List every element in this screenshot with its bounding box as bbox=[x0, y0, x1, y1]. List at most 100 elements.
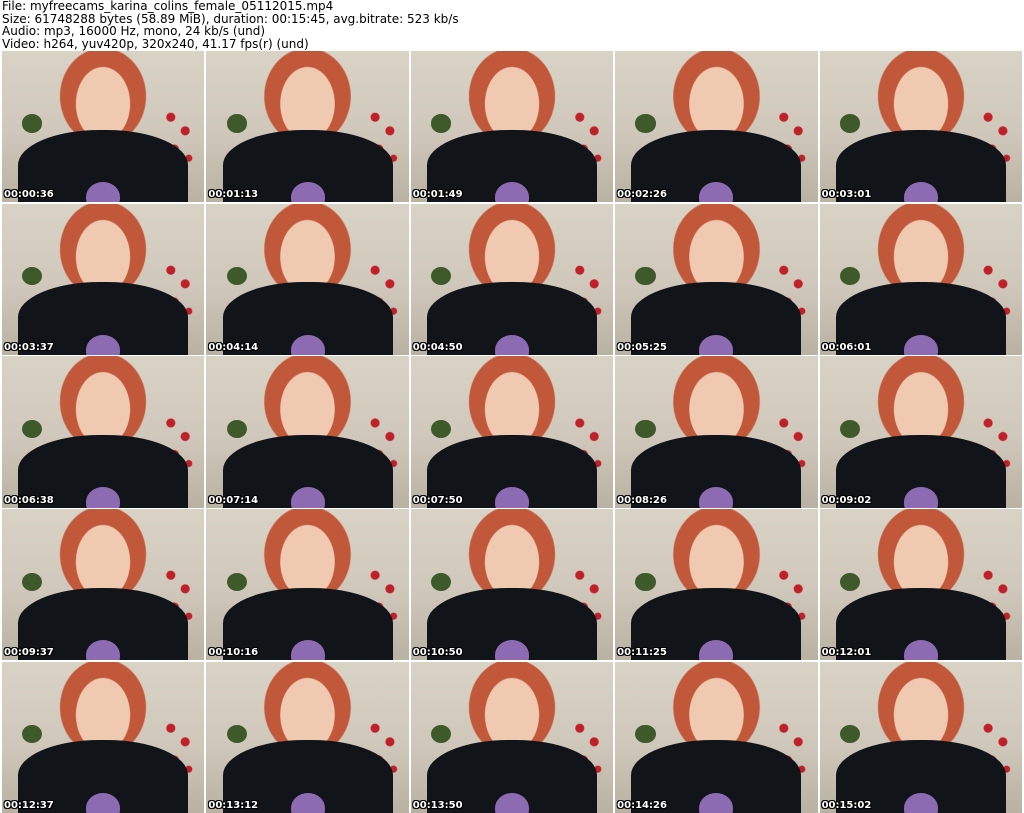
timestamp-label: 00:12:01 bbox=[821, 647, 872, 659]
video-thumbnail: 00:08:26 bbox=[615, 356, 818, 508]
video-thumbnail: 00:06:01 bbox=[819, 203, 1022, 355]
timestamp-label: 00:08:26 bbox=[617, 494, 667, 506]
plant-leaves bbox=[431, 725, 452, 744]
timestamp-label: 00:04:14 bbox=[208, 341, 259, 353]
shirt-heart-graphic bbox=[86, 792, 121, 813]
plant-leaves bbox=[839, 419, 861, 438]
timestamp-label: 00:01:13 bbox=[208, 189, 259, 201]
video-thumbnail: 00:12:01 bbox=[819, 509, 1022, 661]
video-thumbnail: 00:02:26 bbox=[615, 51, 818, 203]
shirt-heart-graphic bbox=[903, 640, 938, 661]
shirt-heart-graphic bbox=[86, 182, 121, 203]
shirt-heart-graphic bbox=[903, 487, 938, 508]
video-thumbnail: 00:00:36 bbox=[2, 51, 205, 203]
timestamp-label: 00:10:50 bbox=[412, 647, 463, 659]
shirt-heart-graphic bbox=[290, 640, 325, 661]
plant-leaves bbox=[431, 114, 452, 133]
timestamp-label: 00:11:25 bbox=[617, 647, 667, 659]
thumbnail-grid: 00:00:36 00:01:13 00:01:49 00:02:26 00:03:01… bbox=[2, 51, 1022, 813]
shirt-heart-graphic bbox=[494, 182, 529, 203]
shirt-heart-graphic bbox=[290, 487, 325, 508]
timestamp-label: 00:06:38 bbox=[4, 494, 54, 506]
plant-leaves bbox=[22, 114, 43, 133]
timestamp-label: 00:05:25 bbox=[617, 341, 667, 353]
plant-leaves bbox=[431, 267, 452, 286]
video-thumbnail: 00:12:37 bbox=[2, 661, 205, 813]
video-thumbnail: 00:03:37 bbox=[2, 203, 205, 355]
timestamp-label: 00:09:37 bbox=[4, 647, 54, 659]
shirt-heart-graphic bbox=[699, 487, 734, 508]
plant-leaves bbox=[839, 572, 861, 591]
video-thumbnail: 00:05:25 bbox=[615, 203, 818, 355]
video-thumbnail: 00:01:49 bbox=[410, 51, 614, 203]
file-line: File: myfreecams_karina_colins_female_05… bbox=[2, 0, 334, 13]
shirt-heart-graphic bbox=[494, 792, 529, 813]
video-thumbnail: 00:06:38 bbox=[2, 356, 205, 508]
shirt-heart-graphic bbox=[86, 640, 121, 661]
shirt-heart-graphic bbox=[699, 182, 734, 203]
plant-leaves bbox=[635, 114, 656, 133]
video-thumbnail: 00:13:50 bbox=[410, 661, 614, 813]
video-thumbnail: 00:04:14 bbox=[206, 203, 409, 355]
plant-leaves bbox=[635, 419, 656, 438]
shirt-heart-graphic bbox=[290, 792, 325, 813]
shirt-heart-graphic bbox=[903, 792, 938, 813]
shirt-heart-graphic bbox=[494, 487, 529, 508]
shirt-heart-graphic bbox=[699, 334, 734, 355]
plant-leaves bbox=[22, 419, 43, 438]
plant-leaves bbox=[226, 725, 247, 744]
timestamp-label: 00:00:36 bbox=[4, 189, 54, 201]
timestamp-label: 00:15:02 bbox=[821, 799, 872, 811]
plant-leaves bbox=[635, 725, 656, 744]
timestamp-label: 00:03:01 bbox=[821, 189, 872, 201]
timestamp-label: 00:13:50 bbox=[412, 799, 463, 811]
timestamp-label: 00:12:37 bbox=[4, 799, 54, 811]
plant-leaves bbox=[431, 572, 452, 591]
plant-leaves bbox=[226, 267, 247, 286]
timestamp-label: 00:02:26 bbox=[617, 189, 667, 201]
video-thumbnail: 00:07:14 bbox=[206, 356, 409, 508]
video-thumbnail: 00:09:37 bbox=[2, 509, 205, 661]
plant-leaves bbox=[22, 572, 43, 591]
shirt-heart-graphic bbox=[494, 334, 529, 355]
timestamp-label: 00:03:37 bbox=[4, 341, 54, 353]
plant-leaves bbox=[22, 725, 43, 744]
shirt-heart-graphic bbox=[290, 182, 325, 203]
shirt-heart-graphic bbox=[290, 334, 325, 355]
video-line: Video: h264, yuv420p, 320x240, 41.17 fps… bbox=[2, 36, 309, 51]
plant-leaves bbox=[635, 572, 656, 591]
shirt-heart-graphic bbox=[903, 182, 938, 203]
video-thumbnail: 00:07:50 bbox=[410, 356, 614, 508]
timestamp-label: 00:07:50 bbox=[412, 494, 463, 506]
video-thumbnail: 00:11:25 bbox=[615, 509, 818, 661]
video-thumbnail: 00:15:02 bbox=[819, 661, 1022, 813]
video-thumbnail: 00:10:16 bbox=[206, 509, 409, 661]
plant-leaves bbox=[226, 114, 247, 133]
timestamp-label: 00:04:50 bbox=[412, 341, 463, 353]
plant-leaves bbox=[226, 572, 247, 591]
timestamp-label: 00:10:16 bbox=[208, 647, 259, 659]
timestamp-label: 00:07:14 bbox=[208, 494, 259, 506]
plant-leaves bbox=[839, 267, 861, 286]
video-thumbnail: 00:13:12 bbox=[206, 661, 409, 813]
timestamp-label: 00:13:12 bbox=[208, 799, 259, 811]
video-info-header: File: myfreecams_karina_colins_female_05… bbox=[2, 0, 1022, 50]
video-thumbnail: 00:01:13 bbox=[206, 51, 409, 203]
shirt-heart-graphic bbox=[86, 334, 121, 355]
shirt-heart-graphic bbox=[494, 640, 529, 661]
video-thumbnail: 00:10:50 bbox=[410, 509, 614, 661]
shirt-heart-graphic bbox=[699, 792, 734, 813]
video-thumbnail: 00:03:01 bbox=[819, 51, 1022, 203]
timestamp-label: 00:01:49 bbox=[412, 189, 463, 201]
audio-line: Audio: mp3, 16000 Hz, mono, 24 kb/s (und… bbox=[2, 24, 266, 38]
plant-leaves bbox=[839, 114, 861, 133]
video-thumbnail: 00:14:26 bbox=[615, 661, 818, 813]
plant-leaves bbox=[431, 419, 452, 438]
timestamp-label: 00:09:02 bbox=[821, 494, 872, 506]
shirt-heart-graphic bbox=[699, 640, 734, 661]
shirt-heart-graphic bbox=[903, 334, 938, 355]
timestamp-label: 00:14:26 bbox=[617, 799, 667, 811]
shirt-heart-graphic bbox=[86, 487, 121, 508]
plant-leaves bbox=[226, 419, 247, 438]
plant-leaves bbox=[839, 725, 861, 744]
